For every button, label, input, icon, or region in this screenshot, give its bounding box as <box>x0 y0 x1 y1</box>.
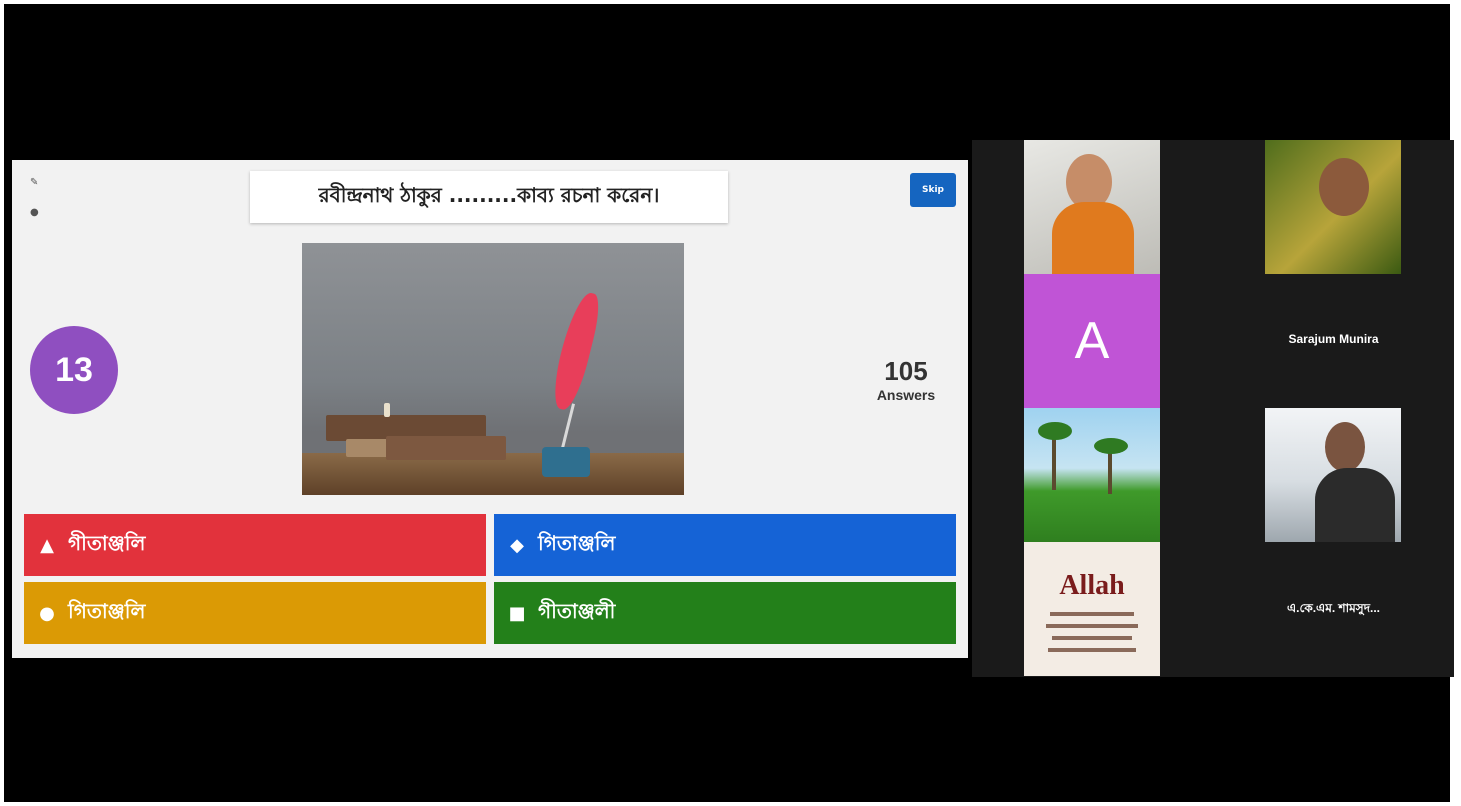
participant-name: এ.কে.এম. শামসুদ... <box>1287 601 1380 615</box>
image-book <box>386 436 506 460</box>
answer-option-diamond[interactable]: ◆ গিতাঞ্জলি <box>494 514 956 576</box>
participant-body <box>1052 202 1134 274</box>
diamond-icon: ◆ <box>510 534 524 556</box>
triangle-icon: ▲ <box>40 534 54 556</box>
answer-option-triangle[interactable]: ▲ গীতাঞ্জলি <box>24 514 486 576</box>
screen-frame: ✎ ● রবীন্দ্রনাথ ঠাকুর .........কাব্য রচন… <box>4 4 1454 802</box>
overlay-text: Allah <box>1059 570 1125 601</box>
participant-gallery: A Sarajum Munira Allah এ.কে.এম. শামসুদ..… <box>972 140 1454 677</box>
participant-tile[interactable] <box>972 408 1213 542</box>
participant-face <box>1319 158 1369 216</box>
participant-name: Sarajum Munira <box>1288 332 1379 346</box>
text-line <box>1046 624 1138 628</box>
participant-video <box>1265 408 1401 542</box>
avatar: A <box>1024 274 1160 408</box>
eye-icon[interactable]: ● <box>30 208 40 218</box>
participant-tile[interactable] <box>1213 140 1454 274</box>
answers-number: 105 <box>884 356 928 386</box>
text-line <box>1050 612 1134 616</box>
answer-label: গিতাঞ্জলি <box>538 530 616 555</box>
palm-tree-leaves <box>1094 438 1128 454</box>
participant-tile[interactable] <box>972 140 1213 274</box>
participant-body <box>1315 468 1395 542</box>
image-inkpot <box>542 447 590 477</box>
participant-tile[interactable]: Sarajum Munira <box>1213 274 1454 408</box>
text-line <box>1048 648 1136 652</box>
image-quill-shaft <box>559 403 576 453</box>
image-quill-feather <box>547 289 605 413</box>
participant-video <box>1024 140 1160 274</box>
question-image <box>302 243 684 495</box>
answer-label: গীতাঞ্জলী <box>538 598 616 623</box>
text-line <box>1052 636 1132 640</box>
image-candle <box>384 403 390 417</box>
answer-label: গিতাঞ্জলি <box>68 598 146 623</box>
answer-option-circle[interactable]: ● গিতাঞ্জলি <box>24 582 486 644</box>
pencil-icon[interactable]: ✎ <box>30 178 40 188</box>
countdown-timer: 13 <box>30 326 118 414</box>
participant-tile[interactable]: A <box>972 274 1213 408</box>
quiz-panel: ✎ ● রবীন্দ্রনাথ ঠাকুর .........কাব্য রচন… <box>12 160 968 658</box>
skip-button[interactable]: Skip <box>910 173 956 207</box>
square-icon: ■ <box>508 602 526 624</box>
answers-label: Answers <box>876 387 936 403</box>
participant-video <box>1024 408 1160 542</box>
participant-video: Allah <box>1024 542 1160 676</box>
participant-tile[interactable] <box>1213 408 1454 542</box>
participant-video <box>1265 140 1401 274</box>
circle-icon: ● <box>39 602 55 624</box>
question-title: রবীন্দ্রনাথ ঠাকুর .........কাব্য রচনা কর… <box>250 171 728 223</box>
participant-face <box>1325 422 1365 472</box>
palm-tree-leaves <box>1038 422 1072 440</box>
answer-label: গীতাঞ্জলি <box>68 530 146 555</box>
participant-tile[interactable]: Allah <box>972 542 1213 676</box>
answers-counter: 105 Answers <box>858 356 954 404</box>
participant-tile[interactable]: এ.কে.এম. শামসুদ... <box>1213 542 1454 676</box>
answer-option-square[interactable]: ■ গীতাঞ্জলী <box>494 582 956 644</box>
